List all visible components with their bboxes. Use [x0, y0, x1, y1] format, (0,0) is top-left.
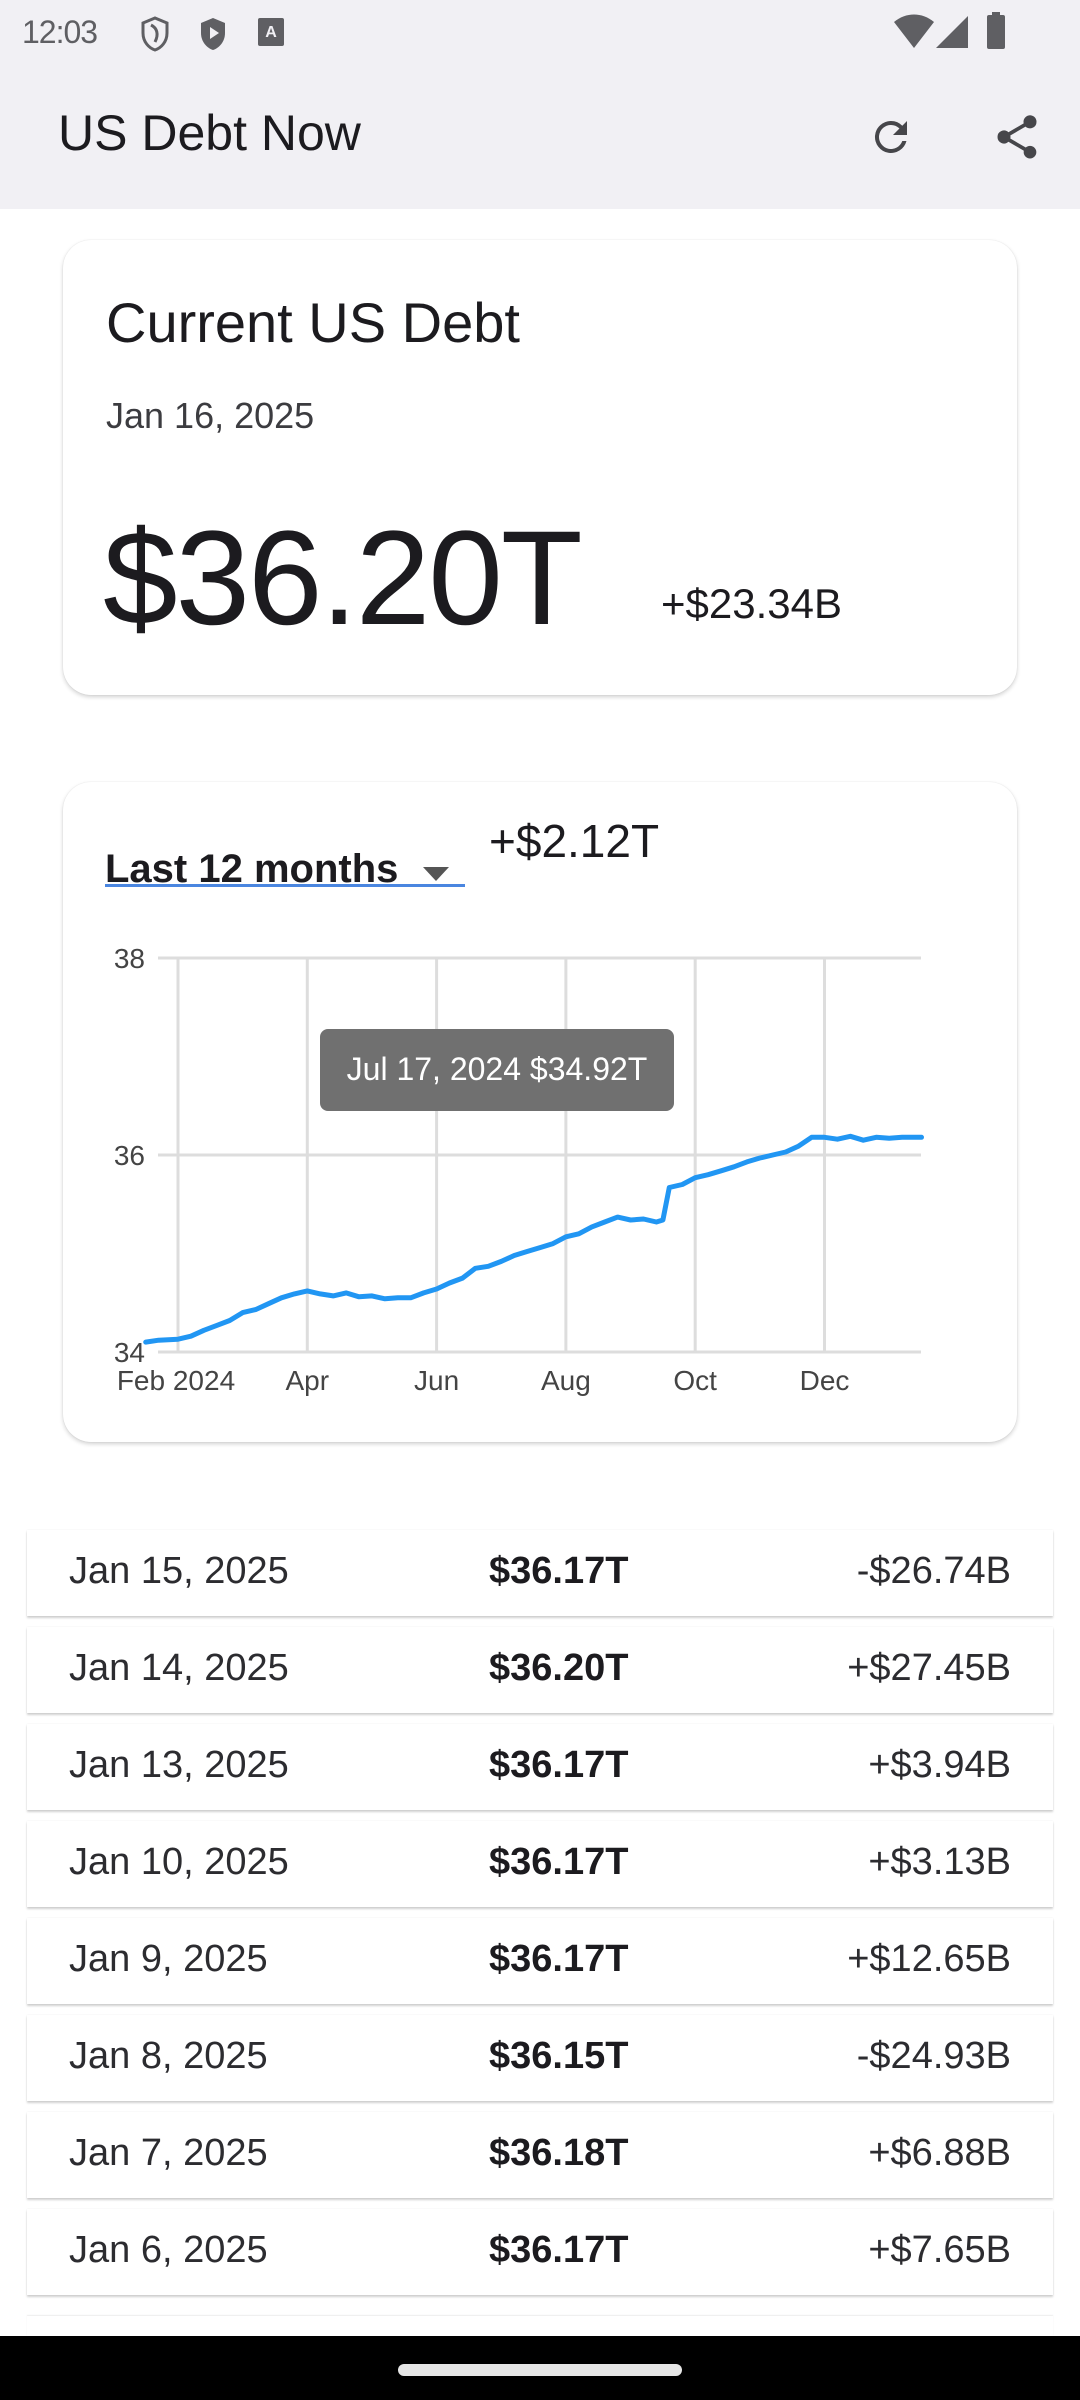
share-icon: [997, 115, 1037, 159]
debt-line-chart[interactable]: 38 36 34 Feb 2024 Apr Jun Aug Oct Dec Jul 17, 2…: [63, 782, 1017, 1442]
wifi-icon: [894, 14, 934, 48]
history-row-date: Jan 8, 2025: [69, 2035, 268, 2077]
x-tick-label: Apr: [286, 1365, 330, 1396]
x-tick-label: Jun: [414, 1365, 459, 1396]
history-row-value: $36.17T: [489, 1841, 629, 1883]
history-row[interactable]: Jan 13, 2025 $36.17T +$3.94B: [27, 1724, 1053, 1810]
play-shield-icon: [201, 18, 225, 50]
history-row-change: -$24.93B: [856, 2035, 1011, 2077]
current-debt-value: $36.20T: [103, 504, 583, 653]
history-row[interactable]: Jan 8, 2025 $36.15T -$24.93B: [27, 2015, 1053, 2101]
x-axis-ticks: Feb 2024 Apr Jun Aug Oct Dec: [117, 1365, 850, 1396]
y-tick-label: 34: [114, 1337, 145, 1368]
refresh-button[interactable]: [856, 102, 926, 172]
y-axis-ticks: 38 36 34: [114, 943, 145, 1368]
x-tick-label: Oct: [673, 1365, 717, 1396]
history-row[interactable]: Jan 10, 2025 $36.17T +$3.13B: [27, 1821, 1053, 1907]
x-tick-label: Aug: [541, 1365, 591, 1396]
history-row-date: Jan 10, 2025: [69, 1841, 289, 1883]
current-debt-card: Current US Debt Jan 16, 2025 $36.20T +$2…: [63, 240, 1017, 695]
current-debt-change: +$23.34B: [661, 580, 843, 627]
status-time: 12:03: [22, 14, 98, 50]
history-row-date: Jan 13, 2025: [69, 1744, 289, 1786]
history-row-value: $36.17T: [489, 1938, 629, 1980]
history-row-value: $36.17T: [489, 2229, 629, 2271]
home-gesture-handle[interactable]: [398, 2364, 682, 2376]
navigation-bar: [0, 2336, 1080, 2400]
chart-grid: [158, 956, 921, 1354]
status-bar: 12:03 A: [0, 0, 1080, 64]
history-row[interactable]: Jan 6, 2025 $36.17T +$7.65B: [27, 2209, 1053, 2295]
history-row-date: Jan 6, 2025: [69, 2229, 268, 2271]
svg-text:A: A: [265, 24, 277, 41]
chart-tooltip: Jul 17, 2024 $34.92T: [320, 1029, 674, 1111]
x-tick-label: Feb 2024: [117, 1365, 235, 1396]
history-row-change: +$3.13B: [868, 1841, 1011, 1883]
history-row-change: +$6.88B: [868, 2132, 1011, 2174]
history-row[interactable]: Jan 9, 2025 $36.17T +$12.65B: [27, 1918, 1053, 2004]
app-title: US Debt Now: [58, 105, 361, 161]
history-row-date: Jan 9, 2025: [69, 1938, 268, 1980]
history-row-value: $36.17T: [489, 1550, 629, 1592]
a-keyboard-icon: A: [258, 18, 284, 46]
history-row-change: +$27.45B: [847, 1647, 1011, 1689]
series-line-us-debt: [143, 1133, 924, 1345]
history-row-value: $36.20T: [489, 1647, 629, 1689]
refresh-icon: [874, 120, 907, 153]
history-list: Jan 15, 2025 $36.17T -$26.74B Jan 14, 20…: [27, 1530, 1053, 2306]
history-row[interactable]: Jan 15, 2025 $36.17T -$26.74B: [27, 1530, 1053, 1616]
history-row-value: $36.17T: [489, 1744, 629, 1786]
chart-card: Last 12 months +$2.12T 38 36 34 Feb 2024 Ap…: [63, 782, 1017, 1442]
history-row-date: Jan 14, 2025: [69, 1647, 289, 1689]
shield-outline-icon: [141, 16, 169, 52]
history-row[interactable]: Jan 14, 2025 $36.20T +$27.45B: [27, 1627, 1053, 1713]
signal-icon: [936, 16, 968, 48]
battery-icon: [987, 12, 1005, 49]
share-button[interactable]: [982, 102, 1052, 172]
y-tick-label: 38: [114, 943, 145, 974]
y-tick-label: 36: [114, 1140, 145, 1171]
history-row-change: -$26.74B: [856, 1550, 1011, 1592]
history-row-date: Jan 7, 2025: [69, 2132, 268, 2174]
history-row-date: Jan 15, 2025: [69, 1550, 289, 1592]
history-row[interactable]: Jan 7, 2025 $36.18T +$6.88B: [27, 2112, 1053, 2198]
history-row-change: +$12.65B: [847, 1938, 1011, 1980]
x-tick-label: Dec: [800, 1365, 850, 1396]
tooltip-text: Jul 17, 2024 $34.92T: [347, 1051, 648, 1087]
history-row-value: $36.15T: [489, 2035, 629, 2077]
history-row-value: $36.18T: [489, 2132, 629, 2174]
history-row-change: +$3.94B: [868, 1744, 1011, 1786]
current-debt-title: Current US Debt: [106, 291, 520, 354]
current-debt-date: Jan 16, 2025: [106, 395, 315, 436]
app-bar: US Debt Now: [0, 64, 1080, 209]
history-row-partial: [27, 2316, 1053, 2336]
history-row-change: +$7.65B: [868, 2229, 1011, 2271]
